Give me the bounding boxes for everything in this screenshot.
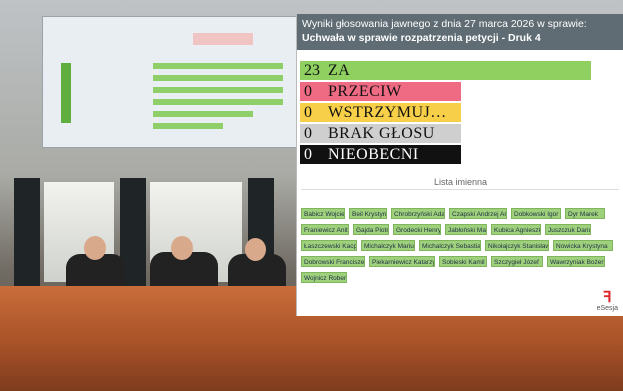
- roll-call-name: Juszczuk Dariusz: [545, 224, 591, 235]
- roll-call-name: Franiewicz Anita: [301, 224, 349, 235]
- vote-title-subject: Uchwała w sprawie rozpatrzenia petycji -…: [302, 32, 541, 44]
- roll-call-name: Jabłoński Marcin: [445, 224, 487, 235]
- result-label: ZA: [328, 62, 351, 79]
- result-count: 0: [304, 104, 312, 121]
- roll-call-name: Czapski Andrzej Antoni: [449, 208, 507, 219]
- roll-call-name: Wojnicz Robert: [301, 272, 347, 283]
- projector-row: [153, 123, 223, 129]
- roll-call-name: Grodecki Henryk: [393, 224, 441, 235]
- result-label: PRZECIW: [328, 83, 402, 100]
- roll-call-name: Gajda Piotr: [353, 224, 389, 235]
- result-label: BRAK GŁOSU: [328, 125, 435, 142]
- vote-title-prefix: Wyniki głosowania jawnego z dnia 27 marc…: [302, 18, 587, 30]
- result-count: 0: [304, 83, 312, 100]
- person-head: [84, 236, 106, 260]
- roll-call-name: Nowicka Krystyna: [553, 240, 613, 251]
- projector-legend: [193, 33, 253, 45]
- divider: [301, 189, 619, 190]
- person-head: [245, 238, 266, 261]
- result-count: 0: [304, 125, 312, 142]
- roll-call-name: Kubica Agnieszka: [491, 224, 541, 235]
- projector-row: [153, 63, 283, 69]
- esesja-logo: ꟻ eSesja: [597, 290, 618, 312]
- person-head: [171, 236, 193, 260]
- roll-call-name: Wawrzyniak Bożena: [547, 256, 605, 267]
- roll-call-name: Michalczyk Mariusz: [361, 240, 415, 251]
- roll-call-name: Beil Krystyna: [349, 208, 387, 219]
- projector-row: [153, 75, 283, 81]
- roll-call-name: Dyr Marek: [565, 208, 605, 219]
- roll-call-name: Nikołajczyk Stanisław: [485, 240, 549, 251]
- roll-call-name: Chrobrzyński Adam: [391, 208, 445, 219]
- roll-call-name: Michalczyk Sebastian: [419, 240, 481, 251]
- roll-call-name: Szczygieł Józef: [491, 256, 543, 267]
- result-label: NIEOBECNI: [328, 146, 419, 163]
- result-row-przeciw: 0 PRZECIW: [300, 82, 461, 101]
- video-frame: Wyniki głosowania jawnego z dnia 27 marc…: [0, 0, 623, 391]
- brand-name: eSesja: [596, 305, 618, 312]
- projector-screen: [42, 16, 302, 148]
- roll-call-name: Sobieski Kamil: [439, 256, 487, 267]
- projector-row: [153, 111, 253, 117]
- projector-row: [153, 87, 283, 93]
- result-row-wstrzymuj: 0 WSTRZYMUJ…: [300, 103, 461, 122]
- roll-call-name: Dobkowski Igor: [511, 208, 561, 219]
- result-row-za: 23 ZA: [300, 61, 591, 80]
- esesja-logo-icon: ꟻ: [602, 289, 612, 306]
- projector-bar: [61, 63, 71, 123]
- result-count: 0: [304, 146, 312, 163]
- roll-call-name: Dobrowski Franciszek: [301, 256, 365, 267]
- roll-call-title: Lista imienna: [433, 177, 488, 187]
- projector-row: [153, 99, 283, 105]
- voting-results-panel: Wyniki głosowania jawnego z dnia 27 marc…: [296, 14, 623, 316]
- roll-call-name: Babicz Wojciech: [301, 208, 345, 219]
- vote-title: Wyniki głosowania jawnego z dnia 27 marc…: [297, 14, 623, 50]
- result-label: WSTRZYMUJ…: [328, 104, 447, 121]
- roll-call-name: Piekarniewicz Katarzyna: [369, 256, 435, 267]
- result-row-nieobecni: 0 NIEOBECNI: [300, 145, 461, 164]
- pillar: [14, 178, 40, 288]
- result-count: 23: [304, 62, 320, 79]
- result-row-brak-glosu: 0 BRAK GŁOSU: [300, 124, 461, 143]
- roll-call-name: Łaszczewski Kacper: [301, 240, 357, 251]
